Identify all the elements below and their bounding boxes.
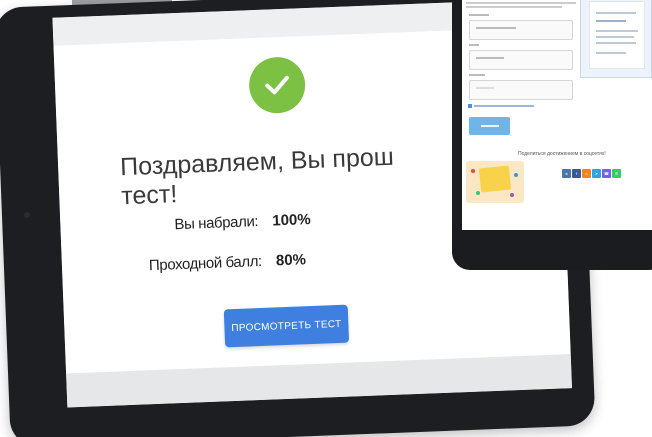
email-field-label xyxy=(469,44,479,46)
name-field-label xyxy=(469,14,489,16)
score-value: 100% xyxy=(271,211,311,230)
passing-score-row: Проходной балл: 80% xyxy=(149,251,307,274)
scene: Поздравляем, Вы прош тест! Вы набрали: 1… xyxy=(0,0,652,437)
vk-icon[interactable]: в xyxy=(562,169,571,178)
congrats-message: Поздравляем, Вы прош тест! xyxy=(120,139,502,212)
passing-score-value: 80% xyxy=(275,251,307,270)
odnoklassniki-icon[interactable]: о xyxy=(582,169,591,178)
select-field-label xyxy=(469,74,485,76)
consent-checkbox[interactable] xyxy=(468,103,534,108)
telegram-icon[interactable]: ➤ xyxy=(592,169,601,178)
view-test-button[interactable]: ПРОСМОТРЕТЬ ТЕСТ xyxy=(223,304,350,348)
check-mark-icon xyxy=(265,75,289,95)
score-label: Вы набрали: xyxy=(174,213,259,234)
name-input[interactable] xyxy=(469,20,573,40)
social-share-buttons: в f о ➤ ☎ ✆ xyxy=(562,169,621,178)
whatsapp-icon[interactable]: ✆ xyxy=(612,169,621,178)
select-input[interactable] xyxy=(469,80,573,100)
share-text: Поделиться достижением в соцсетях! xyxy=(518,151,606,157)
submit-button[interactable] xyxy=(469,117,510,135)
facebook-icon[interactable]: f xyxy=(572,169,581,178)
second-device-screen: Поделиться достижением в соцсетях! в f о… xyxy=(462,0,652,230)
intro-text xyxy=(466,2,586,8)
passing-score-label: Проходной балл: xyxy=(148,252,263,275)
score-row: Вы набрали: 100% xyxy=(174,211,311,233)
camera-dot xyxy=(23,211,31,218)
promo-image xyxy=(466,161,524,203)
check-icon xyxy=(248,56,307,115)
viber-icon[interactable]: ☎ xyxy=(602,169,611,178)
certificate-preview xyxy=(580,0,652,78)
second-device: Поделиться достижением в соцсетях! в f о… xyxy=(452,0,652,270)
email-input[interactable] xyxy=(469,50,573,70)
